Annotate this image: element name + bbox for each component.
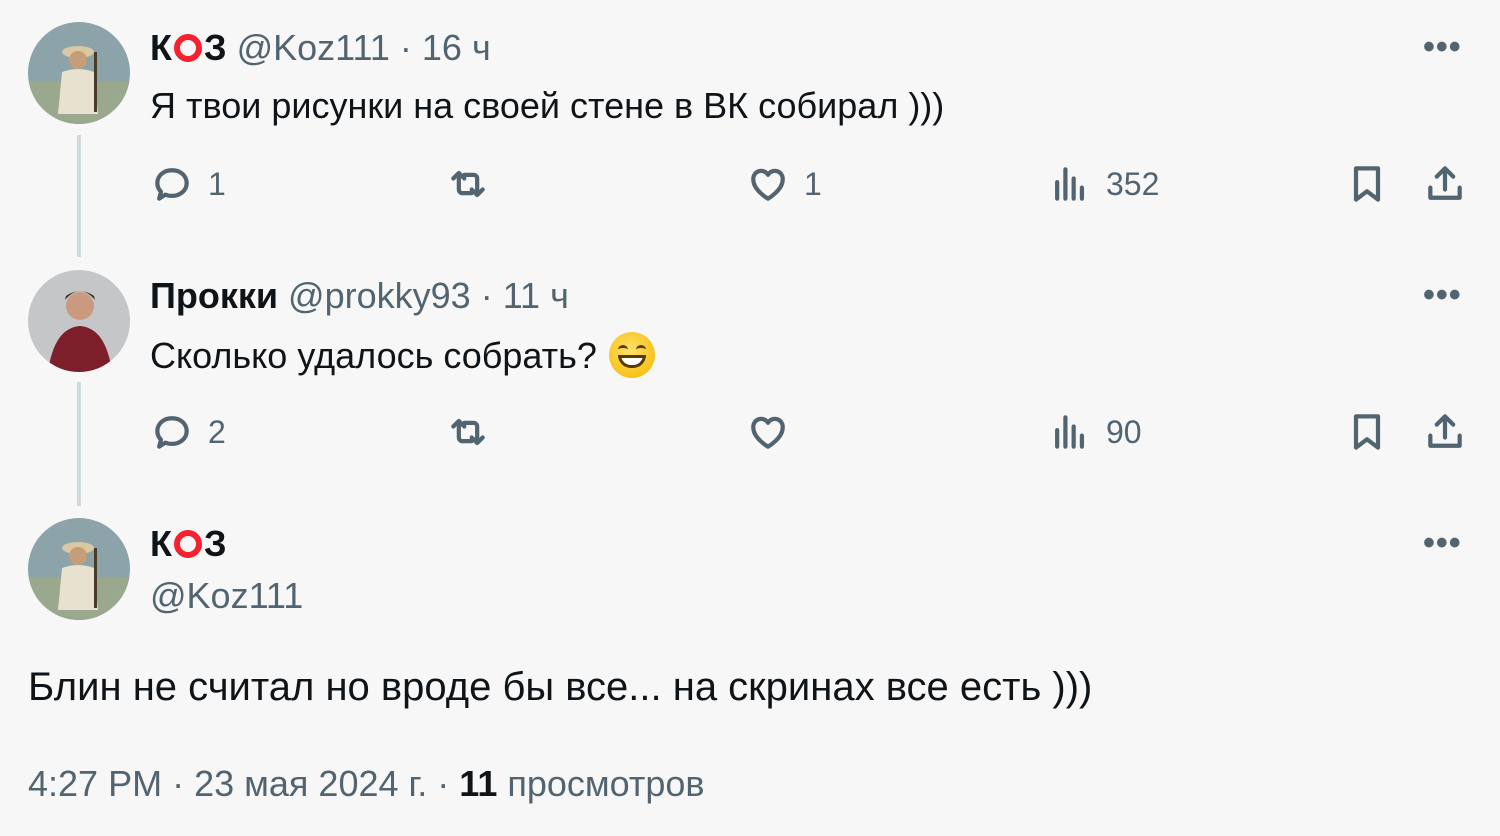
tweet-text-content: Сколько удалось собрать? bbox=[150, 335, 597, 376]
like-icon bbox=[751, 168, 785, 201]
retweet-icon bbox=[451, 418, 485, 446]
retweet-icon bbox=[451, 170, 485, 198]
views-button[interactable]: 90 bbox=[1048, 410, 1142, 454]
user-name[interactable]: КЗ bbox=[150, 524, 227, 564]
user-name[interactable]: КЗ bbox=[150, 28, 227, 68]
main-tweet-text: Блин не считал но вроде бы все... на скр… bbox=[28, 665, 1093, 709]
views-label: просмотров bbox=[507, 763, 705, 804]
bookmark-icon bbox=[1353, 166, 1381, 202]
reply-count: 2 bbox=[208, 413, 226, 450]
retweet-button[interactable] bbox=[446, 410, 504, 454]
views-button[interactable]: 352 bbox=[1048, 162, 1159, 206]
separator: · bbox=[399, 27, 412, 68]
more-options-button[interactable]: ••• bbox=[1423, 28, 1462, 67]
main-tweet-name: КЗ bbox=[150, 524, 227, 564]
tweet-header: Прокки @prokky93 · 11 ч bbox=[150, 276, 569, 316]
share-button[interactable] bbox=[1423, 162, 1467, 206]
bookmark-button[interactable] bbox=[1345, 410, 1389, 454]
avatar-prokky[interactable] bbox=[28, 270, 130, 372]
reply-button[interactable]: 1 bbox=[150, 162, 226, 206]
user-handle[interactable]: @Koz111 bbox=[150, 576, 303, 616]
views-count: 11 bbox=[459, 763, 498, 804]
views-icon bbox=[1055, 415, 1085, 449]
tweet-text: Я твои рисунки на своей стене в ВК собир… bbox=[150, 85, 945, 126]
more-options-button[interactable]: ••• bbox=[1423, 276, 1462, 315]
tweet-meta: 4:27 PM · 23 мая 2024 г. · 11 просмотров bbox=[28, 762, 705, 806]
share-icon bbox=[1428, 166, 1462, 200]
tweet-text: Сколько удалось собрать? bbox=[150, 332, 655, 378]
tweet-time[interactable]: 16 ч bbox=[422, 27, 491, 68]
tweet-date[interactable]: 23 мая 2024 г. bbox=[194, 763, 427, 804]
separator: · bbox=[172, 763, 185, 804]
separator: · bbox=[437, 763, 450, 804]
user-name[interactable]: Прокки bbox=[150, 276, 278, 316]
action-bar: 1 1 352 bbox=[150, 162, 1470, 212]
reply-icon bbox=[155, 416, 189, 449]
views-count: 90 bbox=[1106, 413, 1142, 450]
reply-icon bbox=[155, 168, 189, 201]
share-button[interactable] bbox=[1423, 410, 1467, 454]
user-handle[interactable]: @prokky93 bbox=[288, 275, 471, 316]
like-button[interactable]: 1 bbox=[746, 162, 822, 206]
reply-button[interactable]: 2 bbox=[150, 410, 226, 454]
user-handle[interactable]: @Koz111 bbox=[237, 27, 390, 68]
like-count: 1 bbox=[804, 165, 822, 202]
views-icon bbox=[1055, 167, 1085, 201]
bookmark-icon bbox=[1353, 414, 1381, 450]
more-options-button[interactable]: ••• bbox=[1423, 524, 1462, 563]
red-ring-icon bbox=[173, 34, 202, 62]
action-bar: 2 90 bbox=[150, 410, 1470, 460]
thread-line bbox=[77, 382, 81, 506]
avatar-koz[interactable] bbox=[28, 22, 130, 124]
like-button[interactable] bbox=[746, 410, 804, 454]
avatar-koz[interactable] bbox=[28, 518, 130, 620]
retweet-button[interactable] bbox=[446, 162, 504, 206]
reply-count: 1 bbox=[208, 165, 226, 202]
separator: · bbox=[480, 275, 493, 316]
tweet-time[interactable]: 4:27 PM bbox=[28, 763, 162, 804]
share-icon bbox=[1428, 414, 1462, 448]
grinning-face-emoji-icon bbox=[608, 332, 655, 378]
red-ring-icon bbox=[173, 530, 202, 558]
like-icon bbox=[751, 416, 785, 449]
thread-line bbox=[77, 135, 81, 257]
tweet-header: КЗ @Koz111 · 16 ч bbox=[150, 28, 491, 68]
tweet-time[interactable]: 11 ч bbox=[503, 275, 569, 316]
bookmark-button[interactable] bbox=[1345, 162, 1389, 206]
views-count: 352 bbox=[1106, 165, 1160, 202]
